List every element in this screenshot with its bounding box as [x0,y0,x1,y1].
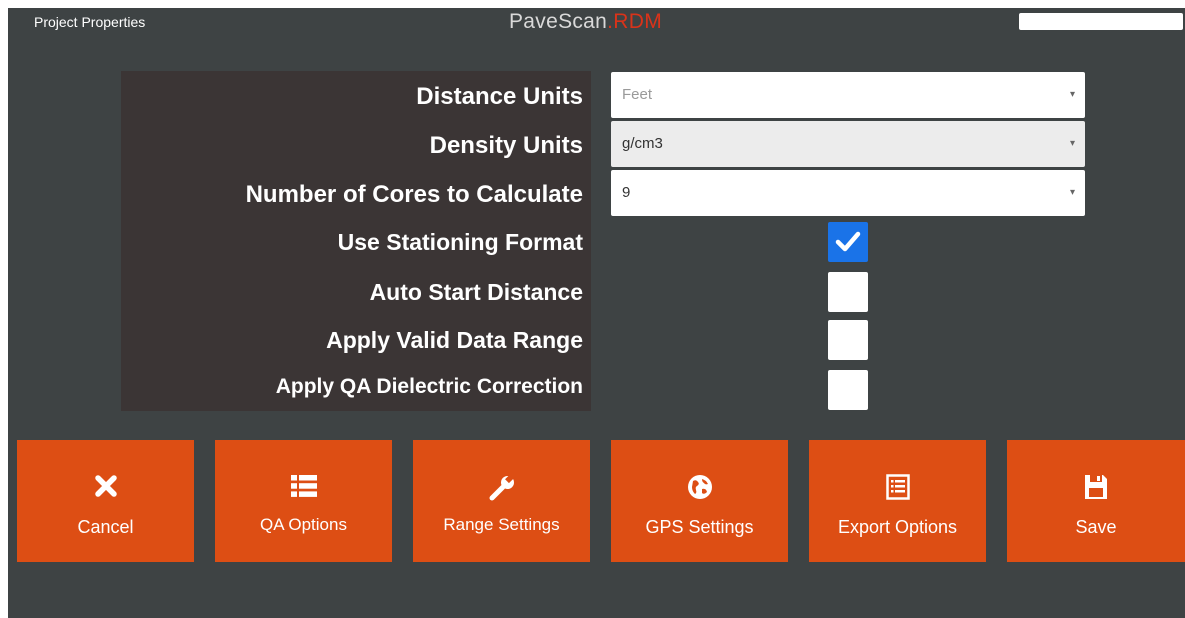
save-button[interactable]: Save [1007,440,1185,562]
apply-valid-data-range-label: Apply Valid Data Range [326,327,583,353]
apply-qa-dielectric-checkbox[interactable] [828,370,868,410]
chevron-down-icon: ▾ [1069,138,1075,149]
export-options-label: Export Options [837,517,958,537]
save-label: Save [1075,517,1117,537]
use-stationing-checkbox[interactable] [828,222,868,262]
range-settings-label: Range Settings [443,515,560,534]
globe-icon [687,475,712,499]
gps-settings-button[interactable]: GPS Settings [611,440,788,562]
list-icon [290,475,317,497]
number-of-cores-label: Number of Cores to Calculate [245,181,583,208]
cancel-button[interactable]: Cancel [17,440,194,562]
chevron-down-icon: ▾ [1069,187,1075,198]
logo-main: PaveScan [509,10,608,33]
project-properties-window: Project Properties PaveScan.RDM Distance… [8,8,1185,618]
document-list-icon [885,474,910,500]
number-of-cores-select[interactable]: 9 ▾ [611,170,1085,216]
pavescan-logo: PaveScan.RDM [509,10,662,34]
range-settings-button[interactable]: Range Settings [413,440,590,562]
window-title: Project Properties [34,14,146,30]
auto-start-distance-label: Auto Start Distance [369,279,583,305]
title-bar: Project Properties PaveScan.RDM [8,8,1185,38]
distance-units-select[interactable]: Feet ▾ [611,72,1085,118]
wrench-icon [489,474,515,501]
gps-settings-label: GPS Settings [645,517,754,537]
export-options-button[interactable]: Export Options [809,440,986,562]
close-icon [94,475,117,497]
floppy-disk-icon [1085,475,1107,499]
use-stationing-label: Use Stationing Format [337,229,583,255]
cancel-label: Cancel [77,517,134,537]
density-units-value: g/cm3 [622,135,663,152]
distance-units-label: Distance Units [416,83,583,110]
distance-units-value: Feet [622,86,653,103]
apply-valid-data-range-checkbox[interactable] [828,320,868,360]
checkmark-icon [835,231,861,252]
density-units-label: Density Units [429,132,583,159]
logo-suffix: RDM [613,10,663,33]
qa-options-button[interactable]: QA Options [215,440,392,562]
auto-start-distance-checkbox[interactable] [828,272,868,312]
title-bar-field[interactable] [1019,13,1183,30]
apply-qa-dielectric-label: Apply QA Dielectric Correction [275,375,583,398]
number-of-cores-value: 9 [622,184,631,201]
qa-options-label: QA Options [260,515,347,534]
chevron-down-icon: ▾ [1069,89,1075,100]
density-units-select[interactable]: g/cm3 ▾ [611,121,1085,167]
